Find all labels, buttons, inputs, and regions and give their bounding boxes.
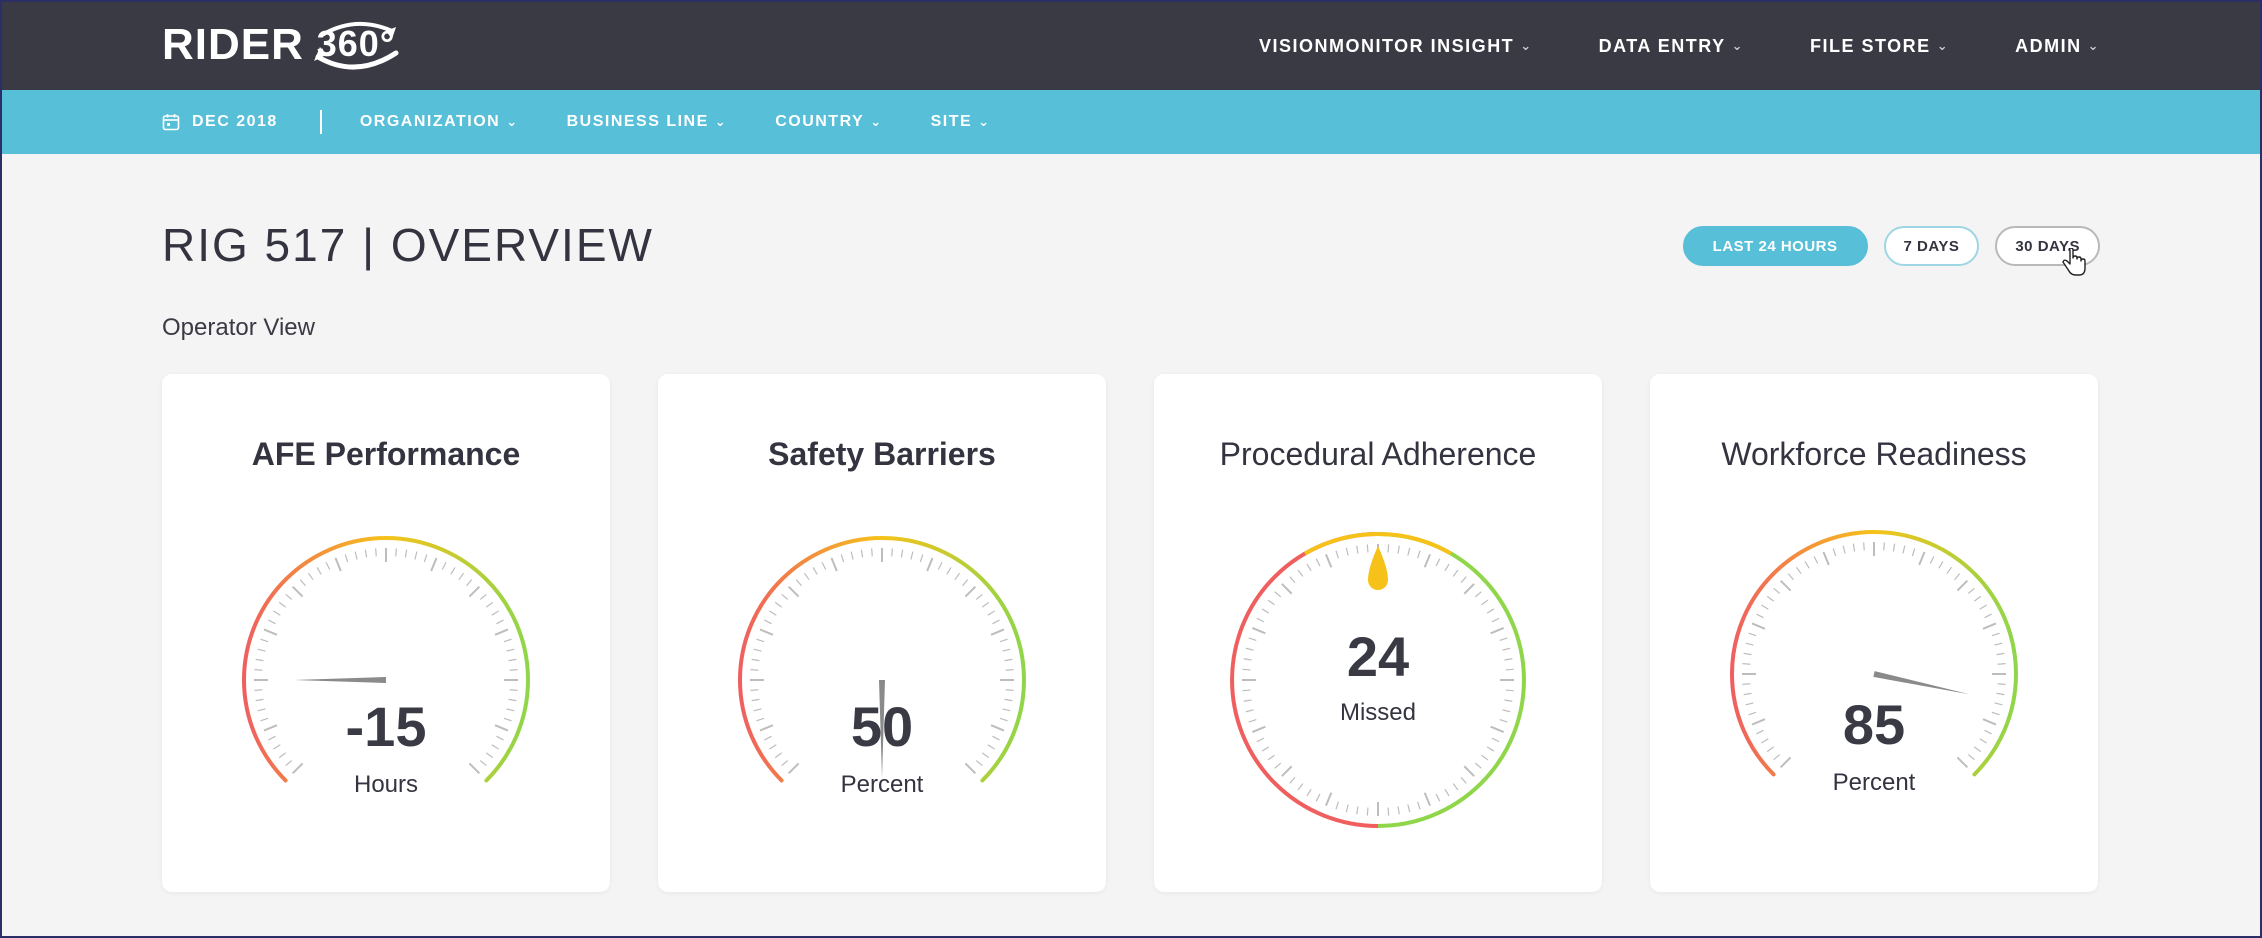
gauge-cards: AFE Performance -15 Hours Safety Barrier…	[162, 374, 2098, 892]
safety-barriers-gauge: 50 Percent	[738, 536, 1026, 798]
afe-performance-gauge: -15 Hours	[242, 536, 530, 798]
filter-bar: DEC 2018 ORGANIZATION ⌄ BUSINESS LINE ⌄ …	[2, 90, 2260, 154]
chevron-down-icon: ⌄	[1731, 38, 1744, 53]
gauge-unit: Percent	[841, 771, 924, 798]
brand-logo[interactable]: RIDER 360°	[162, 10, 404, 80]
nav-label: VISIONMONITOR INSIGHT	[1259, 35, 1515, 56]
date-picker[interactable]: DEC 2018	[162, 113, 278, 131]
filter-business-line[interactable]: BUSINESS LINE ⌄	[567, 113, 728, 131]
time-range-selector: LAST 24 HOURS 7 DAYS 30 DAYS	[1682, 226, 2100, 266]
gauge-card-procedural-adherence[interactable]: Procedural Adherence 24 Missed	[1154, 374, 1602, 892]
gauge-marker	[1368, 546, 1388, 590]
workforce-readiness-gauge: 85 Percent	[1730, 530, 2018, 796]
filter-label: BUSINESS LINE	[566, 113, 709, 130]
date-label: DEC 2018	[192, 113, 278, 130]
chevron-down-icon: ⌄	[1936, 38, 1950, 53]
calendar-icon	[162, 113, 180, 131]
procedural-adherence-gauge: 24 Missed	[1230, 532, 1526, 828]
gauge-card-afe-performance[interactable]: AFE Performance -15 Hours	[162, 374, 610, 892]
range-last-24-hours-button[interactable]: LAST 24 HOURS	[1682, 226, 1868, 266]
gauge-value: 24	[1347, 625, 1409, 688]
main-nav: VISIONMONITOR INSIGHT ⌄ DATA ENTRY ⌄ FIL…	[1259, 2, 2100, 90]
nav-label: FILE STORE	[1810, 35, 1931, 56]
page-title: RIG 517 | OVERVIEW	[162, 219, 654, 271]
chevron-down-icon: ⌄	[1520, 38, 1533, 53]
brand-360-mark: 360°	[313, 21, 399, 70]
brand-name: RIDER	[162, 20, 304, 69]
chevron-down-icon: ⌄	[2087, 38, 2100, 53]
gauge-card-workforce-readiness[interactable]: Workforce Readiness 85 Percent	[1650, 374, 2098, 892]
hand-pointer-icon	[2062, 248, 2086, 276]
gauge-value: -15	[346, 695, 427, 758]
filter-organization[interactable]: ORGANIZATION ⌄	[360, 113, 519, 131]
gauge-unit: Percent	[1833, 769, 1916, 796]
gauge-card-safety-barriers[interactable]: Safety Barriers 50 Percent	[658, 374, 1106, 892]
brand-suffix: 360°	[317, 23, 395, 64]
filter-site[interactable]: SITE ⌄	[931, 113, 991, 131]
page-subtitle: Operator View	[162, 314, 315, 341]
gauge-value: 50	[851, 695, 913, 758]
nav-label: DATA ENTRY	[1598, 35, 1726, 56]
nav-data-entry[interactable]: DATA ENTRY ⌄	[1599, 36, 1744, 57]
range-7-days-button[interactable]: 7 DAYS	[1883, 226, 1980, 266]
chevron-down-icon: ⌄	[978, 114, 991, 129]
gauge-value: 85	[1843, 693, 1905, 756]
gauge-unit: Missed	[1340, 699, 1416, 726]
nav-file-store[interactable]: FILE STORE ⌄	[1810, 36, 1949, 57]
nav-admin[interactable]: ADMIN ⌄	[2015, 36, 2100, 57]
top-navbar: RIDER 360° VISIONMONITOR INSIGHT ⌄ DATA …	[2, 2, 2260, 90]
filter-label: ORGANIZATION	[359, 113, 501, 130]
gauge-needle	[1873, 671, 1970, 695]
chevron-down-icon: ⌄	[870, 114, 883, 129]
filter-divider	[319, 110, 322, 134]
gauge-unit: Hours	[354, 771, 418, 798]
filter-label: SITE	[930, 113, 973, 130]
nav-visionmonitor-insight[interactable]: VISIONMONITOR INSIGHT ⌄	[1259, 36, 1533, 57]
nav-label: ADMIN	[2015, 35, 2082, 56]
chevron-down-icon: ⌄	[506, 114, 519, 129]
chevron-down-icon: ⌄	[714, 114, 728, 129]
filter-label: COUNTRY	[775, 113, 865, 130]
gauge-needle	[294, 677, 386, 683]
filter-country[interactable]: COUNTRY ⌄	[775, 113, 882, 131]
